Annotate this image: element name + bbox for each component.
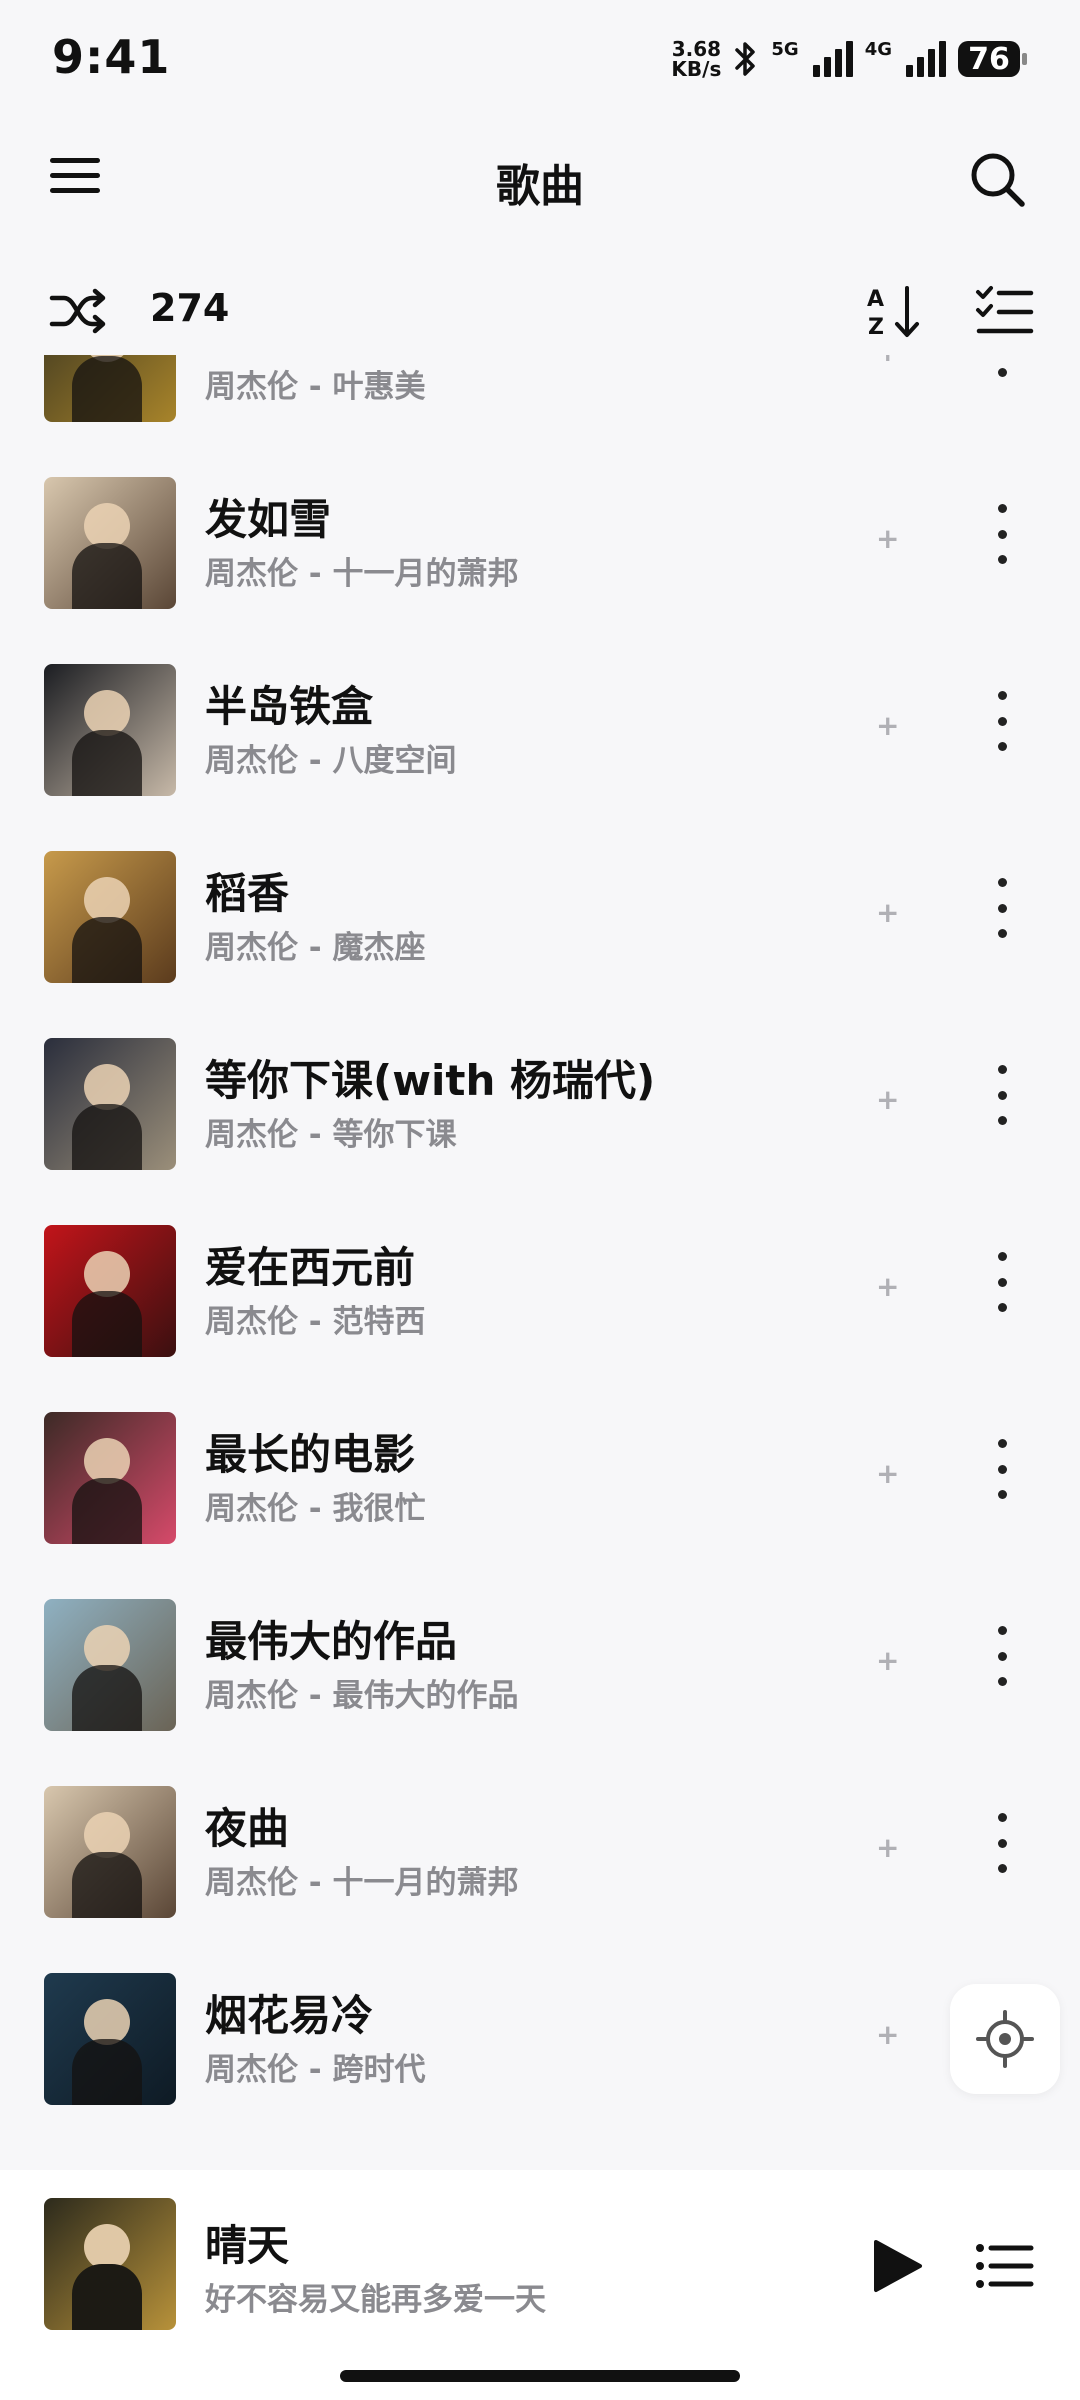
signal-5g-icon <box>812 41 853 77</box>
page-title: 歌曲 <box>496 161 584 212</box>
add-to-playlist-button[interactable]: + <box>876 1644 899 1677</box>
song-artist-album: 周杰伦 - 叶惠美 <box>205 369 426 405</box>
song-row[interactable]: 最长的电影 周杰伦 - 我很忙 + <box>0 1377 1080 1564</box>
song-row[interactable]: 最伟大的作品 周杰伦 - 最伟大的作品 + <box>0 1564 1080 1751</box>
net-speed-unit: KB/s <box>671 57 722 81</box>
album-cover <box>44 1786 176 1918</box>
song-row[interactable]: 发如雪 周杰伦 - 十一月的萧邦 + <box>0 442 1080 629</box>
song-title: 东风破 <box>205 355 331 360</box>
song-row[interactable]: 东风破 周杰伦 - 叶惠美 + <box>0 355 1080 442</box>
song-artist-album: 周杰伦 - 魔杰座 <box>205 930 426 966</box>
now-playing-lyric: 好不容易又能再多爱一天 <box>205 2282 546 2318</box>
song-title: 夜曲 <box>205 1804 290 1853</box>
play-icon[interactable] <box>868 2238 924 2294</box>
song-artist-album: 周杰伦 - 我很忙 <box>205 1491 426 1527</box>
song-title: 等你下课(with 杨瑞代) <box>205 1056 656 1105</box>
home-indicator[interactable] <box>340 2370 740 2382</box>
more-options-icon[interactable] <box>992 355 1012 377</box>
song-title: 烟花易冷 <box>205 1991 374 2040</box>
song-count: 274 <box>150 286 230 330</box>
add-to-playlist-button[interactable]: + <box>876 896 899 929</box>
status-icons: 3.68 KB/s 5G 4G 76 <box>671 34 1027 84</box>
add-to-playlist-button[interactable]: + <box>876 1270 899 1303</box>
album-cover <box>44 355 176 422</box>
song-title: 发如雪 <box>205 495 332 544</box>
status-bar: 9:41 3.68 KB/s 5G 4G 76 <box>0 0 1080 120</box>
shuffle-icon[interactable] <box>48 288 108 334</box>
album-cover <box>44 1412 176 1544</box>
song-row[interactable]: 稻香 周杰伦 - 魔杰座 + <box>0 816 1080 1003</box>
add-to-playlist-button[interactable]: + <box>876 1083 899 1116</box>
signal-4g-icon <box>906 41 946 77</box>
album-cover <box>44 477 176 609</box>
song-list[interactable]: 东风破 周杰伦 - 叶惠美 + 发如雪 周杰伦 - 十一月的萧邦 + 半岛铁盒 … <box>0 355 1080 2165</box>
more-options-icon[interactable] <box>992 691 1012 751</box>
list-toolbar: 274 A Z <box>0 270 1080 350</box>
more-options-icon[interactable] <box>992 1626 1012 1686</box>
more-options-icon[interactable] <box>992 1439 1012 1499</box>
album-cover <box>44 1599 176 1731</box>
song-title: 稻香 <box>205 869 290 918</box>
song-artist-album: 周杰伦 - 等你下课 <box>205 1117 457 1153</box>
song-artist-album: 周杰伦 - 十一月的萧邦 <box>205 556 519 592</box>
more-options-icon[interactable] <box>992 878 1012 938</box>
album-cover <box>44 851 176 983</box>
sig1-label: 5G <box>771 38 799 60</box>
add-to-playlist-button[interactable]: + <box>876 709 899 742</box>
add-to-playlist-button[interactable]: + <box>876 522 899 555</box>
song-title: 最伟大的作品 <box>205 1617 458 1666</box>
status-time: 9:41 <box>52 30 171 84</box>
album-cover <box>44 1225 176 1357</box>
more-options-icon[interactable] <box>992 1813 1012 1873</box>
song-artist-album: 周杰伦 - 十一月的萧邦 <box>205 1865 519 1901</box>
locate-icon <box>976 2010 1034 2068</box>
song-row[interactable]: 夜曲 周杰伦 - 十一月的萧邦 + <box>0 1751 1080 1938</box>
svg-text:Z: Z <box>868 315 884 340</box>
song-artist-album: 周杰伦 - 最伟大的作品 <box>205 1678 519 1714</box>
sig2-label: 4G <box>864 38 892 60</box>
net-speed: 3.68 KB/s <box>671 39 721 79</box>
album-cover <box>44 1973 176 2105</box>
more-options-icon[interactable] <box>992 504 1012 564</box>
more-options-icon[interactable] <box>992 1065 1012 1125</box>
multi-select-icon[interactable] <box>975 284 1035 340</box>
sort-az-icon[interactable]: A Z <box>865 282 925 342</box>
album-cover <box>44 664 176 796</box>
svg-text:A: A <box>867 287 884 312</box>
song-artist-album: 周杰伦 - 范特西 <box>205 1304 426 1340</box>
song-artist-album: 周杰伦 - 跨时代 <box>205 2052 426 2088</box>
song-row[interactable]: 等你下课(with 杨瑞代) 周杰伦 - 等你下课 + <box>0 1003 1080 1190</box>
add-to-playlist-button[interactable]: + <box>876 2018 899 2051</box>
song-title: 爱在西元前 <box>205 1243 416 1292</box>
song-row[interactable]: 爱在西元前 周杰伦 - 范特西 + <box>0 1190 1080 1377</box>
battery-icon: 76 <box>958 41 1027 77</box>
add-to-playlist-button[interactable]: + <box>876 355 899 368</box>
album-cover <box>44 1038 176 1170</box>
top-app-bar: 歌曲 <box>0 130 1080 230</box>
mini-player[interactable]: 晴天 好不容易又能再多爱一天 <box>0 2170 1080 2400</box>
song-row[interactable]: 半岛铁盒 周杰伦 - 八度空间 + <box>0 629 1080 816</box>
more-options-icon[interactable] <box>992 1252 1012 1312</box>
bluetooth-icon <box>735 42 756 76</box>
locate-current-button[interactable] <box>950 1984 1060 2094</box>
song-row[interactable]: 烟花易冷 周杰伦 - 跨时代 + <box>0 1938 1080 2125</box>
song-artist-album: 周杰伦 - 八度空间 <box>205 743 457 779</box>
net-speed-value: 3.68 <box>671 37 722 61</box>
now-playing-title: 晴天 <box>205 2221 290 2270</box>
song-title: 半岛铁盒 <box>205 682 374 731</box>
battery-level: 76 <box>968 41 1010 77</box>
playlist-queue-icon[interactable] <box>975 2242 1035 2290</box>
search-icon[interactable] <box>966 148 1030 212</box>
song-title: 最长的电影 <box>205 1430 416 1479</box>
now-playing-cover <box>44 2198 176 2330</box>
add-to-playlist-button[interactable]: + <box>876 1457 899 1490</box>
add-to-playlist-button[interactable]: + <box>876 1831 899 1864</box>
